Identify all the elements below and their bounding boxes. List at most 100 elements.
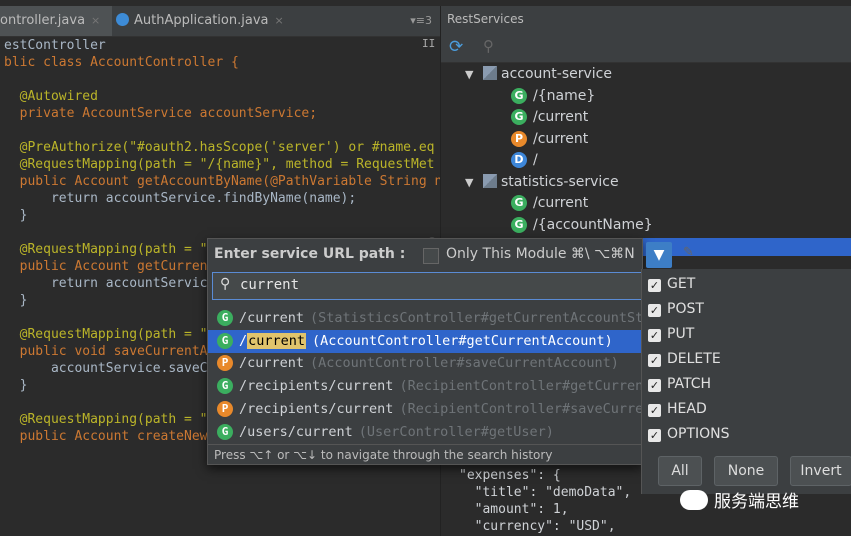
tree-endpoint[interactable]: G/current [511, 192, 588, 214]
code-line: @PreAuthorize("#oauth2.hasScope('server'… [4, 140, 435, 155]
tab-list-menu-icon[interactable]: ▾≡3 [410, 6, 432, 36]
panel-title: RestServices [447, 12, 524, 26]
search-result[interactable]: G/current (AccountController#getCurrentAc… [208, 329, 642, 353]
result-path: /current [239, 332, 307, 349]
search-result[interactable]: G/recipients/current (RecipientController… [208, 375, 642, 398]
delete-method-icon: D [511, 152, 527, 168]
result-hint: (UserController#getUser) [358, 423, 554, 440]
only-this-module-label: Only This Module ⌘\ ⌥⌘N [446, 246, 635, 262]
checkbox-checked-icon[interactable]: ✓ [648, 404, 661, 417]
pin-icon[interactable]: ✎ [683, 245, 694, 260]
select-none-button[interactable]: None [714, 456, 778, 486]
get-method-icon: G [511, 87, 527, 104]
result-path: /recipients/current [239, 378, 394, 395]
tree-module[interactable]: ▼ account-service [465, 63, 612, 85]
tab-label: AuthApplication.java [134, 13, 269, 28]
endpoint-label: /{name} [533, 87, 596, 104]
tree-module[interactable]: ▼ statistics-service [465, 171, 619, 193]
module-label: account-service [501, 66, 612, 82]
method-option-get[interactable]: ✓ GET [648, 272, 695, 297]
tab-label: ontroller.java [0, 13, 86, 28]
code-line: @RequestMapping(path = " [4, 242, 208, 257]
tab-account-controller[interactable]: ontroller.java × [0, 6, 112, 36]
checkbox-checked-icon[interactable]: ✓ [648, 279, 661, 292]
tree-endpoint[interactable]: P/current [511, 128, 588, 150]
method-option-delete[interactable]: ✓ DELETE [648, 347, 721, 372]
refresh-icon[interactable]: ⟳ [449, 37, 463, 57]
code-line: private AccountService accountService; [4, 106, 318, 121]
json-line: "expenses": { [459, 468, 561, 483]
code-line: @RequestMapping(path = "/{name}", method… [4, 157, 435, 172]
code-line: accountService.saveC [4, 361, 208, 376]
checkbox-checked-icon[interactable]: ✓ [648, 379, 661, 392]
tree-endpoint[interactable]: G /{name} [511, 85, 595, 107]
search-result[interactable]: P/current (AccountController#saveCurrentA… [208, 352, 642, 375]
tab-auth-application[interactable]: AuthApplication.java × [116, 6, 292, 36]
tree-endpoint[interactable]: G /{accountName} [511, 214, 653, 236]
footer-hint: Press ⌥↑ or ⌥↓ to navigate through the s… [214, 448, 553, 462]
http-method-filter: ✓ GET ✓ POST ✓ PUT ✓ DELETE ✓ PATCH ✓ HEAD ✓ OPTIONS … [641, 269, 851, 494]
result-hint: (AccountController#getCurrentAccount) [312, 332, 613, 349]
checkbox-checked-icon[interactable]: ✓ [648, 429, 661, 442]
chevron-down-icon[interactable]: ▼ [465, 172, 483, 194]
popup-title: Enter service URL path : [214, 246, 406, 262]
only-this-module-checkbox[interactable] [423, 248, 439, 264]
method-label: OPTIONS [667, 426, 730, 442]
json-line: "title": "demoData", [459, 485, 632, 500]
code-line: public Account createNew [4, 429, 208, 444]
method-label: PUT [667, 326, 695, 342]
tree-endpoint[interactable]: G/current [511, 106, 588, 128]
panel-header: RestServices [441, 6, 851, 32]
code-line: public void saveCurrentA [4, 344, 208, 359]
chevron-down-icon[interactable]: ▼ [465, 64, 483, 86]
method-option-patch[interactable]: ✓ PATCH [648, 372, 711, 397]
watermark: 服务端思维 [680, 487, 799, 512]
method-option-head[interactable]: ✓ HEAD [648, 397, 707, 422]
get-method-icon: G [511, 216, 527, 233]
module-icon [483, 66, 497, 80]
find-icon[interactable]: ⚲ [483, 37, 494, 55]
method-label: GET [667, 276, 696, 292]
checkbox-checked-icon[interactable]: ✓ [648, 329, 661, 342]
watermark-text: 服务端思维 [714, 492, 799, 512]
result-hint: (StatisticsController#getCurrentAccountS… [310, 310, 642, 326]
select-all-button[interactable]: All [658, 456, 702, 486]
search-result[interactable]: G/users/current (UserController#getUser) [208, 421, 642, 444]
get-method-icon: G [511, 109, 527, 125]
java-class-icon [116, 13, 129, 26]
post-method-icon: P [511, 130, 527, 147]
get-method-icon: G [217, 332, 233, 349]
method-option-options[interactable]: ✓ OPTIONS [648, 422, 730, 447]
code-line: return accountService.findByName(name); [4, 191, 357, 206]
checkbox-checked-icon[interactable]: ✓ [648, 304, 661, 317]
search-result[interactable]: P/recipients/current (RecipientController… [208, 398, 642, 421]
get-method-icon: G [217, 423, 233, 440]
code-line: } [4, 293, 28, 308]
result-hint: (AccountController#saveCurrentAccount) [310, 355, 619, 372]
result-path: /recipients/current [239, 400, 394, 417]
search-value: current [240, 277, 300, 293]
search-icon: ⚲ [220, 276, 231, 292]
endpoint-label: /current [533, 130, 589, 147]
method-label: DELETE [667, 351, 721, 367]
popup-footer: Press ⌥↑ or ⌥↓ to navigate through the s… [208, 444, 642, 465]
method-label: HEAD [667, 401, 707, 417]
editor-tab-bar: ontroller.java × AuthApplication.java × ▾≡… [0, 6, 440, 37]
method-option-post[interactable]: ✓ POST [648, 297, 704, 322]
invert-button[interactable]: Invert [790, 456, 851, 486]
code-line: @RequestMapping(path = " [4, 412, 208, 427]
close-icon[interactable]: × [274, 14, 283, 27]
result-path: /current [239, 310, 305, 326]
tree-endpoint[interactable]: D / [511, 149, 538, 171]
method-option-put[interactable]: ✓ PUT [648, 322, 694, 347]
method-label: POST [667, 301, 704, 317]
filter-icon[interactable]: ▼ [646, 242, 672, 268]
endpoint-label: /current [533, 109, 589, 125]
checkbox-checked-icon[interactable]: ✓ [648, 354, 661, 367]
search-input[interactable]: ⚲ current [212, 272, 642, 300]
result-hint: (RecipientController#saveCurren [399, 400, 642, 417]
close-icon[interactable]: × [91, 14, 100, 27]
code-line: @Autowired [4, 89, 98, 104]
search-result[interactable]: G/current (StatisticsController#getCurren… [208, 307, 642, 330]
service-search-popup: Enter service URL path : Only This Modul… [207, 238, 643, 465]
